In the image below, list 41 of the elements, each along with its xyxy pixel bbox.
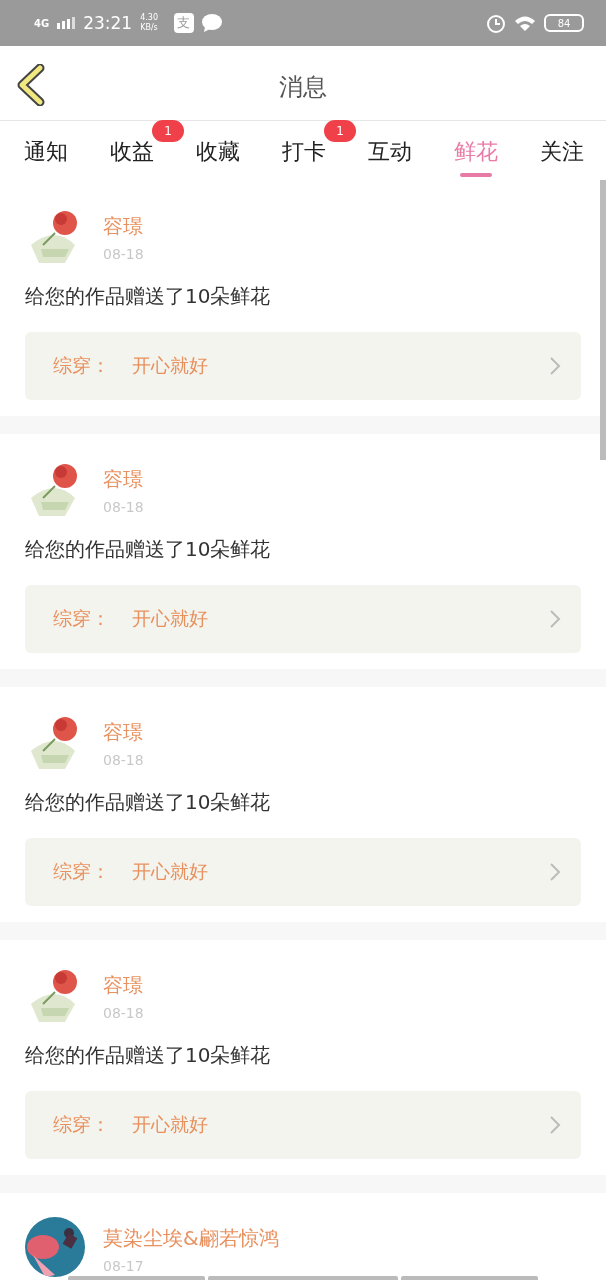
chevron-right-icon <box>549 862 561 882</box>
chevron-right-icon <box>549 609 561 629</box>
message-text: 给您的作品赠送了10朵鲜花 <box>25 536 272 563</box>
user-name: 容璟 <box>103 719 144 746</box>
work-category: 综穿： <box>53 1112 110 1137</box>
network-speed: 4.30 <box>140 13 158 23</box>
page-title: 消息 <box>279 72 327 103</box>
tab[interactable]: 打卡 <box>282 121 326 167</box>
chevron-right-icon <box>549 356 561 376</box>
tab[interactable]: 通知 <box>24 121 68 167</box>
user-name: 容璟 <box>103 972 144 999</box>
alarm-icon <box>486 13 506 33</box>
work-title: 开心就好 <box>132 1112 209 1137</box>
work-category: 综穿： <box>53 606 110 631</box>
back-icon[interactable] <box>16 64 46 106</box>
work-title: 开心就好 <box>132 606 209 631</box>
network-type: 4G <box>34 17 50 29</box>
message-text: 给您的作品赠送了10朵鲜花 <box>25 1042 272 1069</box>
user-name: 莫染尘埃&翩若惊鸿 <box>103 1225 279 1252</box>
battery-icon: 84 <box>544 14 584 32</box>
signal-icon <box>57 17 76 29</box>
user-name: 容璟 <box>103 466 144 493</box>
work-category: 综穿： <box>53 859 110 884</box>
chat-bubble-icon <box>202 14 222 32</box>
message-text: 给您的作品赠送了10朵鲜花 <box>25 283 272 310</box>
work-category: 综穿： <box>53 353 110 378</box>
tab[interactable]: 收益 <box>110 121 154 167</box>
app-notification-icon: 支 <box>174 13 194 33</box>
chevron-right-icon <box>549 1115 561 1135</box>
user-name: 容璟 <box>103 213 144 240</box>
tab[interactable]: 收藏 <box>196 121 240 167</box>
tab[interactable]: 关注 <box>540 121 584 167</box>
tab[interactable]: 互动 <box>368 121 412 167</box>
wifi-icon <box>514 15 536 31</box>
message-text: 给您的作品赠送了10朵鲜花 <box>25 789 272 816</box>
speed-unit: KB/s <box>140 23 158 33</box>
count-badge: 1 <box>324 120 356 142</box>
clock: 23:21 <box>83 13 133 33</box>
count-badge: 1 <box>152 120 184 142</box>
work-title: 开心就好 <box>132 859 209 884</box>
work-title: 开心就好 <box>132 353 209 378</box>
